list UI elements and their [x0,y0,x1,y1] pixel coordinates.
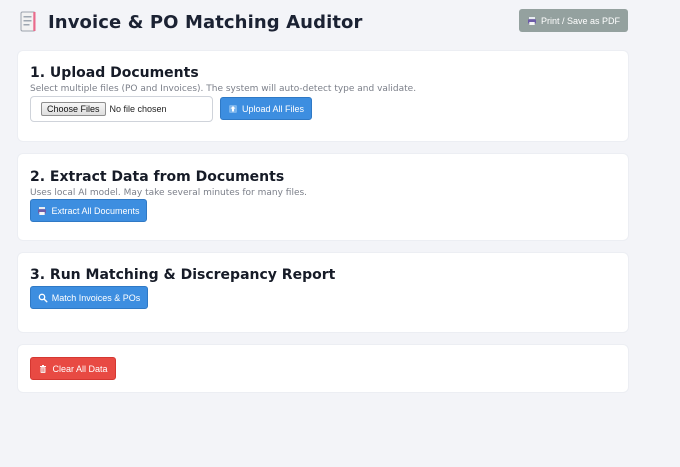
upload-all-files-button[interactable]: Upload All Files [220,97,312,120]
magnifier-icon [38,293,48,302]
upload-hint: Select multiple files (PO and Invoices).… [30,84,417,94]
extract-data-card: 2. Extract Data from Documents Uses loca… [18,154,628,240]
app-header: Invoice & PO Matching Auditor Print / Sa… [18,8,628,38]
print-button-label: Print / Save as PDF [540,15,621,26]
upload-all-files-label: Upload All Files [241,103,305,114]
clear-data-card: Clear All Data [18,345,628,392]
page-title: Invoice & PO Matching Auditor [48,11,363,33]
choose-files-button[interactable]: Choose Files [41,102,106,116]
upload-arrow-icon [228,104,237,113]
file-input[interactable]: Choose Files No file chosen [30,96,213,122]
clear-all-data-label: Clear All Data [52,363,108,374]
extract-hint: Uses local AI model. May take several mi… [30,188,308,198]
match-invoices-pos-button[interactable]: Match Invoices & POs [30,286,148,309]
matching-report-card: 3. Run Matching & Discrepancy Report Mat… [18,253,628,332]
matching-section-title: 3. Run Matching & Discrepancy Report [30,267,336,283]
printer-icon [38,206,47,215]
extract-all-documents-label: Extract All Documents [51,205,140,216]
print-save-pdf-button[interactable]: Print / Save as PDF [519,9,628,32]
no-file-chosen-label: No file chosen [109,104,167,114]
upload-documents-card: 1. Upload Documents Select multiple file… [18,51,628,141]
trash-icon [40,364,47,373]
document-icon [20,11,36,32]
page-root: Invoice & PO Matching Auditor Print / Sa… [0,0,680,467]
match-invoices-pos-label: Match Invoices & POs [51,292,141,303]
title-group: Invoice & PO Matching Auditor [18,10,362,34]
clear-all-data-button[interactable]: Clear All Data [30,357,116,380]
extract-all-documents-button[interactable]: Extract All Documents [30,199,147,222]
upload-section-title: 1. Upload Documents [30,65,199,81]
printer-icon [527,16,536,25]
extract-section-title: 2. Extract Data from Documents [30,169,285,185]
